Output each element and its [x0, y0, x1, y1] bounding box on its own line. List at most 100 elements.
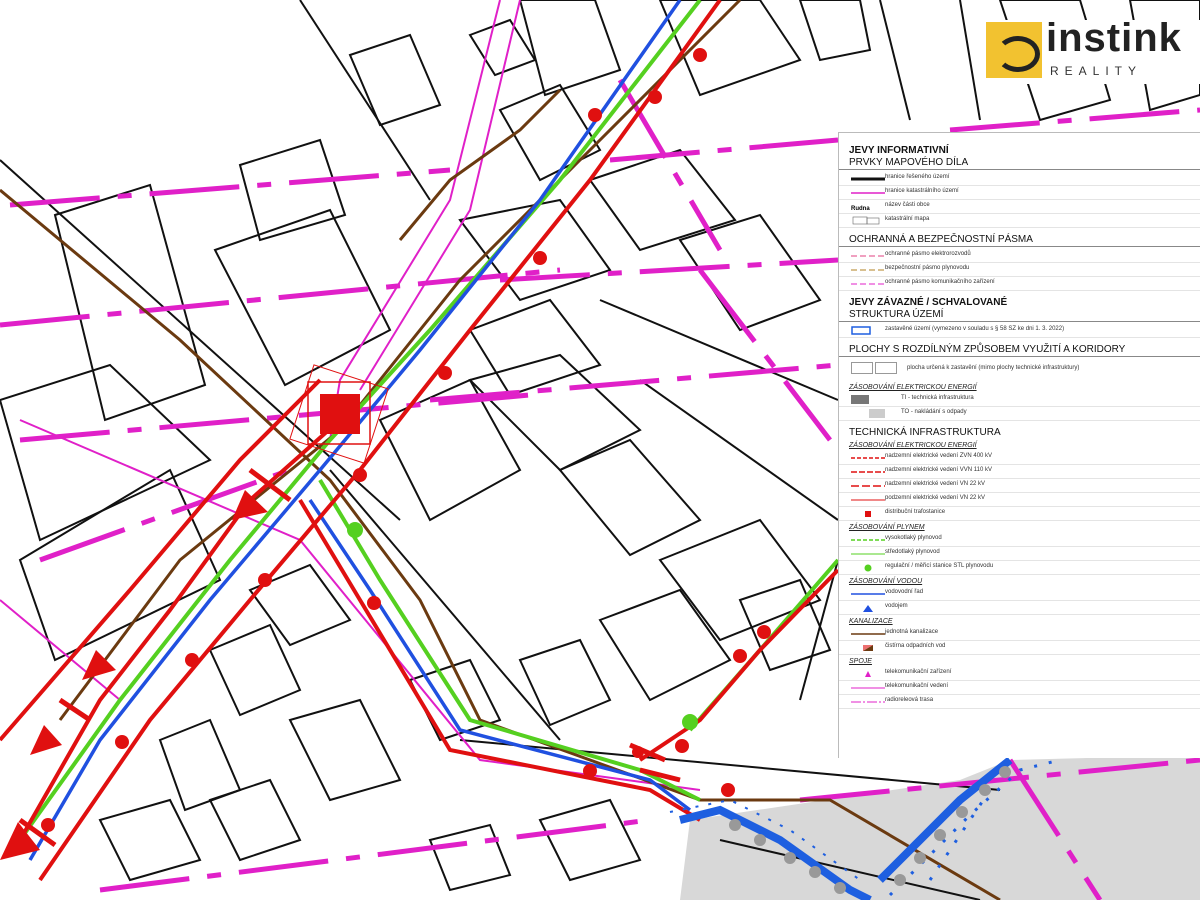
logo-subtitle: REALITY — [1050, 64, 1143, 78]
legend-label: distribuční trafostanice — [885, 509, 946, 515]
legend-label: vodovodní řad — [885, 589, 924, 595]
legend-label: TI - technická infrastruktura — [901, 395, 974, 401]
legend-item: telekomunikační vedení — [839, 681, 1200, 695]
legend-label: radioreleová trasa — [885, 697, 934, 703]
legend-label: jednotná kanalizace — [885, 629, 939, 635]
legend-item: podzemní elektrické vedení VN 22 kV — [839, 493, 1200, 507]
legend-item: radioreleová trasa — [839, 695, 1200, 709]
legend-label: bezpečnostní pásmo plynovodu — [885, 265, 970, 271]
svg-text:Rudna: Rudna — [851, 206, 870, 211]
legend-section-technicka: TECHNICKÁ INFRASTRUKTURA — [849, 427, 1001, 438]
legend-label: nadzemní elektrické vedení ZVN 400 kV — [885, 453, 993, 459]
power-zone-symbol — [851, 255, 885, 257]
legend-item: plocha určená k zastavění (mimo plochy t… — [839, 359, 1200, 381]
legend-label: ochranné pásmo elektrorozvodů — [885, 251, 971, 257]
legend-item: hranice řešeného území — [839, 172, 1200, 186]
legend-label: nadzemní elektrické vedení VVN 110 kV — [885, 467, 992, 473]
telecom-device-symbol — [865, 671, 871, 677]
legend-item: vodovodní řad — [839, 587, 1200, 601]
legend-item: telekomunikační zařízení — [839, 667, 1200, 681]
cadastral-boundary-symbol — [851, 192, 885, 194]
legend-label: telekomunikační vedení — [885, 683, 949, 689]
telecom-zone-symbol — [851, 283, 885, 285]
legend-item: ochranné pásmo elektrorozvodů — [839, 249, 1200, 263]
legend-item: zastavěné území (vymezeno v souladu s § … — [839, 324, 1200, 338]
sewer-line-symbol — [851, 633, 885, 635]
legend-item: bezpečnostní pásmo plynovodu — [839, 263, 1200, 277]
legend-label: ochranné pásmo komunikačního zařízení — [885, 279, 995, 285]
underground-line-symbol — [851, 499, 885, 501]
legend-label: vysokotlaký plynovod — [885, 535, 942, 541]
legend-item: nadzemní elektrické vedení ZVN 400 kV — [839, 451, 1200, 465]
legend-item: TI - technická infrastruktura — [839, 393, 1200, 407]
legend-item: katastrální mapa — [839, 214, 1200, 228]
legend-label: plocha určená k zastavění (mimo plochy t… — [907, 365, 1080, 371]
legend-label: zastavěné území (vymezeno v souladu s § … — [885, 326, 1065, 332]
electric-lines — [0, 0, 840, 882]
legend-item: TO - nakládání s odpady — [839, 407, 1200, 421]
cadastral-map-symbol — [852, 216, 880, 225]
legend-label: středotlaký plynovod — [885, 549, 940, 555]
built-area-symbol — [851, 326, 871, 335]
legend-item: vodojem — [839, 601, 1200, 615]
telecom-line-symbol — [851, 687, 885, 689]
ti-symbol — [851, 395, 869, 404]
legend-label: název části obce — [885, 202, 930, 208]
legend-item: středotlaký plynovod — [839, 547, 1200, 561]
trafostanice-symbol — [865, 511, 871, 517]
legend-section-plochy: PLOCHY S ROZDÍLNÝM ZPŮSOBEM VYUŽITÍ A KO… — [839, 344, 1200, 357]
legend-label: vodojem — [885, 603, 908, 609]
legend-section-pasma: OCHRANNÁ A BEZPEČNOSTNÍ PÁSMA — [839, 234, 1200, 247]
legend-sub-energie: ZÁSOBOVÁNÍ ELEKTRICKOU ENERGIÍ — [849, 442, 977, 449]
legend-sub-spoje: SPOJE — [849, 658, 872, 665]
zvn-line-symbol — [851, 457, 885, 459]
legend-sub-kanal: KANALIZACE — [849, 618, 893, 625]
legend-label: telekomunikační zařízení — [885, 669, 952, 675]
treatment-plant-symbol — [863, 645, 873, 651]
legend-label: hranice katastrálního území — [885, 188, 959, 194]
legend-section-struktura: STRUKTURA ÚZEMÍ — [839, 309, 1200, 322]
legend-item: distribuční trafostanice — [839, 507, 1200, 521]
vn-line-symbol — [851, 485, 885, 487]
legend-item: čistírna odpadních vod — [839, 641, 1200, 655]
vvn-line-symbol — [851, 471, 885, 473]
water-line-symbol — [851, 593, 885, 595]
radio-relay-symbol — [851, 701, 885, 703]
legend-sub-energie-plochy: ZÁSOBOVÁNÍ ELEKTRICKOU ENERGIÍ — [849, 384, 977, 391]
legend-label: TO - nakládání s odpady — [901, 409, 967, 415]
logo-name: instink — [1046, 16, 1182, 60]
legend-item: hranice katastrálního území — [839, 186, 1200, 200]
legend-label: podzemní elektrické vedení VN 22 kV — [885, 495, 986, 501]
legend-item: nadzemní elektrické vedení VVN 110 kV — [839, 465, 1200, 479]
gas-station-symbol — [864, 564, 872, 572]
legend-item: regulační / měřicí stanice STL plynovodu — [839, 561, 1200, 575]
legend-label: nadzemní elektrické vedení VN 22 kV — [885, 481, 986, 487]
legend-sub-voda: ZÁSOBOVÁNÍ VODOU — [849, 578, 923, 585]
legend-item: jednotná kanalizace — [839, 627, 1200, 641]
map-legend: JEVY INFORMATIVNÍ PRVKY MAPOVÉHO DÍLA hr… — [838, 132, 1200, 758]
legend-title-zavazne: JEVY ZÁVAZNÉ / SCHVALOVANÉ — [849, 297, 1008, 308]
legend-label: čistírna odpadních vod — [885, 643, 946, 649]
vtl-gas-symbol — [851, 539, 885, 541]
legend-item: nadzemní elektrické vedení VN 22 kV — [839, 479, 1200, 493]
legend-sub-plyn: ZÁSOBOVÁNÍ PLYNEM — [849, 524, 925, 531]
to-symbol — [869, 409, 885, 418]
plot-symbol — [851, 362, 873, 374]
boundary-symbol — [851, 177, 885, 181]
legend-label: regulační / měřicí stanice STL plynovodu — [885, 563, 994, 569]
electric-poles — [41, 48, 771, 832]
town-name-symbol: Rudna — [851, 206, 870, 211]
legend-title-informativni: JEVY INFORMATIVNÍ — [849, 145, 949, 156]
legend-label: hranice řešeného území — [885, 174, 950, 180]
legend-item: ochranné pásmo komunikačního zařízení — [839, 277, 1200, 291]
legend-item: vysokotlaký plynovod — [839, 533, 1200, 547]
plot-symbol — [875, 362, 897, 374]
legend-label: katastrální mapa — [885, 216, 930, 222]
legend-item: Rudna název části obce — [839, 200, 1200, 214]
gas-zone-symbol — [851, 269, 885, 271]
logo-eye-icon — [986, 22, 1042, 78]
stl-gas-symbol — [851, 553, 885, 555]
reservoir-symbol — [863, 605, 873, 612]
logo: instink REALITY — [984, 16, 1200, 84]
legend-section-prvky: PRVKY MAPOVÉHO DÍLA — [839, 157, 1200, 170]
